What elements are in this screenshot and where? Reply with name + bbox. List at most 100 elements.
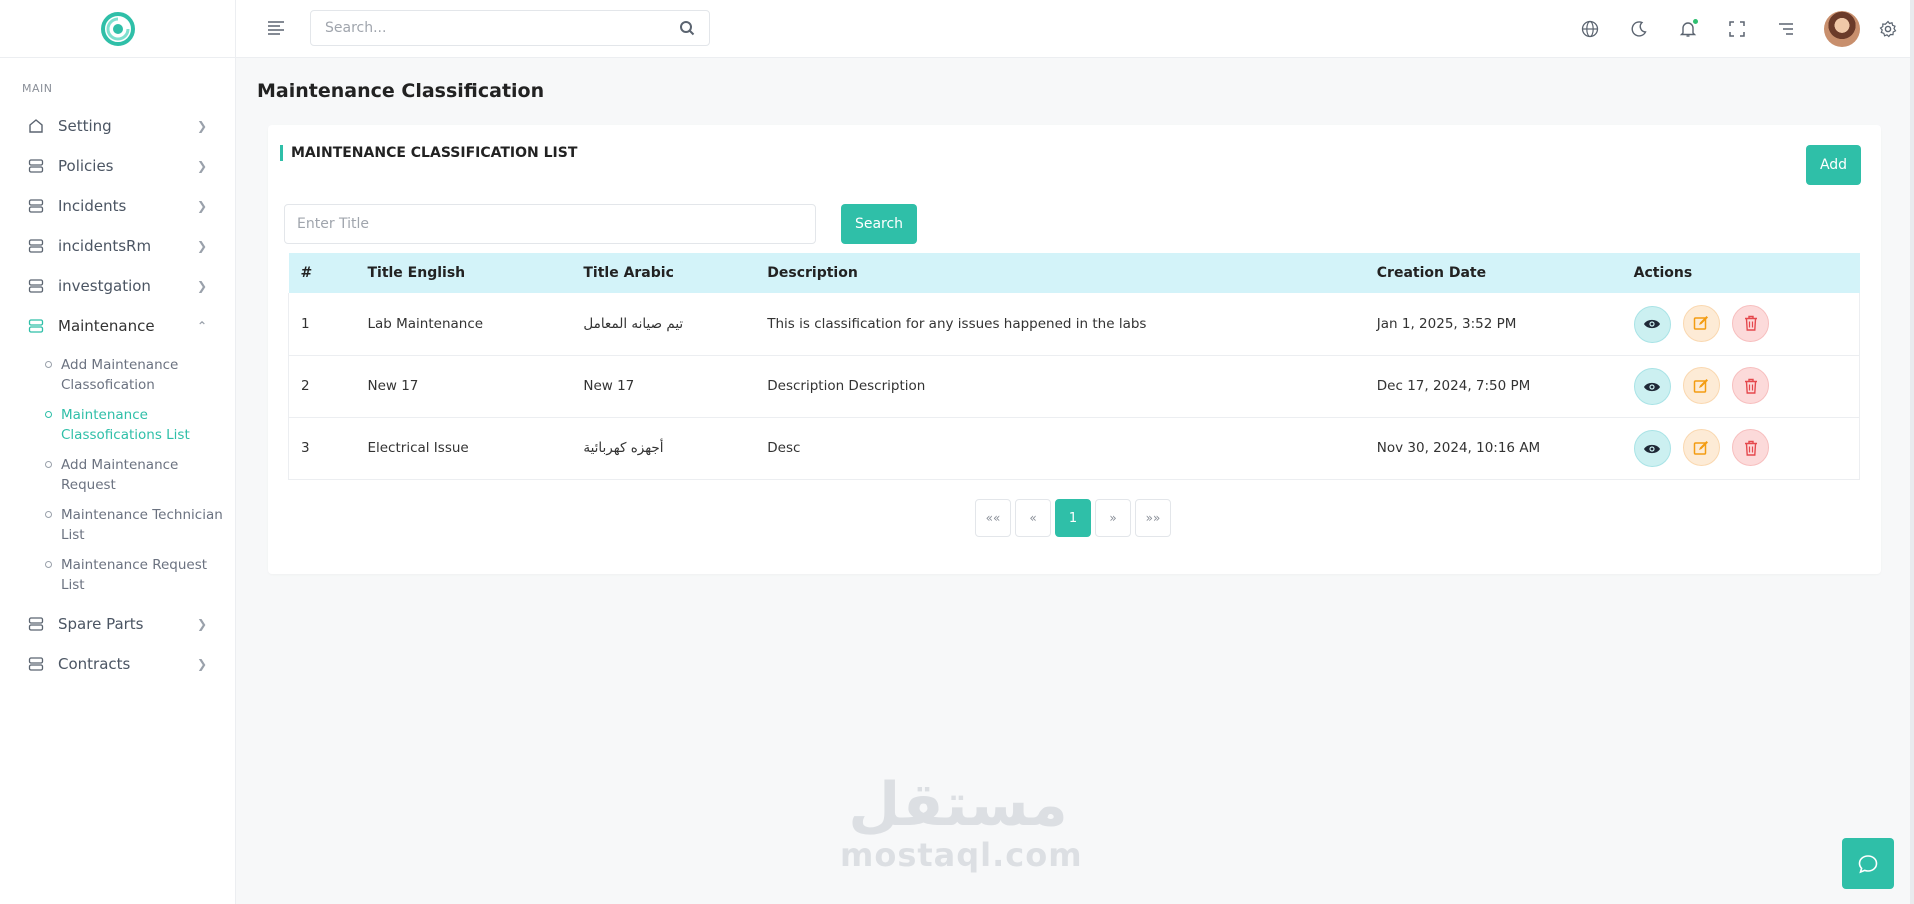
cell-number: 3 bbox=[288, 417, 356, 480]
eye-icon bbox=[1644, 444, 1661, 453]
sidebar-item-maintenance[interactable]: Maintenance ⌃ bbox=[14, 306, 221, 346]
globe-icon[interactable] bbox=[1578, 17, 1602, 41]
classification-card: MAINTENANCE CLASSIFICATION LIST Add Sear… bbox=[268, 125, 1881, 574]
cell-creation-date: Dec 17, 2024, 7:50 PM bbox=[1364, 355, 1622, 418]
top-header bbox=[236, 0, 1914, 58]
column-header: # bbox=[300, 265, 313, 281]
logo[interactable] bbox=[0, 0, 235, 58]
sidebar-item-incidents[interactable]: Incidents ❯ bbox=[14, 186, 221, 226]
server-icon bbox=[28, 656, 44, 672]
sidebar-item-investgation[interactable]: investgation ❯ bbox=[14, 266, 221, 306]
page-next-button[interactable]: » bbox=[1095, 499, 1131, 537]
sidebar-item-incidentsrm[interactable]: incidentsRm ❯ bbox=[14, 226, 221, 266]
sidebar-item-policies[interactable]: Policies ❯ bbox=[14, 146, 221, 186]
submenu-item-technician-list[interactable]: Maintenance Technician List bbox=[45, 500, 235, 550]
column-header[interactable]: Title Arabic bbox=[571, 253, 755, 293]
edit-icon bbox=[1694, 440, 1709, 455]
watermark-english: mostaql.com bbox=[840, 836, 1083, 874]
gear-icon[interactable] bbox=[1876, 17, 1900, 41]
view-button[interactable] bbox=[1633, 430, 1671, 467]
section-label: MAIN bbox=[22, 82, 53, 95]
sidebar-item-label: investgation bbox=[58, 277, 151, 295]
cell-actions bbox=[1621, 417, 1860, 480]
cell-title-arabic: تيم صيانه المعامل bbox=[571, 293, 756, 356]
header-actions bbox=[1553, 0, 1914, 58]
sidebar-item-contracts[interactable]: Contracts ❯ bbox=[14, 644, 221, 684]
add-button[interactable]: Add bbox=[1806, 145, 1861, 185]
search-icon[interactable] bbox=[679, 20, 695, 40]
scrollbar-track[interactable] bbox=[1910, 0, 1914, 904]
bell-icon[interactable] bbox=[1676, 17, 1700, 41]
submenu-item-classifications-list[interactable]: Maintenance Classofications List bbox=[45, 400, 235, 450]
edit-button[interactable] bbox=[1682, 429, 1720, 466]
cell-creation-date: Nov 30, 2024, 10:16 AM bbox=[1364, 417, 1622, 480]
server-icon bbox=[28, 616, 44, 632]
page-prev-button[interactable]: « bbox=[1015, 499, 1051, 537]
search-button[interactable]: Search bbox=[841, 204, 917, 244]
sidebar: MAIN Setting ❯ Policies ❯ Incidents ❯ in… bbox=[0, 0, 236, 904]
sidebar-nav-lower: Spare Parts ❯ Contracts ❯ bbox=[0, 604, 235, 684]
cell-title-english: New 17 bbox=[355, 355, 572, 418]
sidebar-item-setting[interactable]: Setting ❯ bbox=[14, 106, 221, 146]
table-row: 3 Electrical Issue أجهزه كهربائية Desc N… bbox=[288, 417, 1860, 480]
view-button[interactable] bbox=[1633, 305, 1671, 343]
eye-icon bbox=[1644, 320, 1661, 329]
moon-icon[interactable] bbox=[1627, 17, 1651, 41]
submenu-item-add-classification[interactable]: Add Maintenance Classofication bbox=[45, 350, 235, 400]
fullscreen-icon[interactable] bbox=[1725, 17, 1749, 41]
cell-description: Description Description bbox=[755, 355, 1365, 418]
notification-dot bbox=[1692, 18, 1699, 25]
column-header[interactable]: Creation Date bbox=[1365, 253, 1622, 293]
page-current-button[interactable]: 1 bbox=[1055, 499, 1091, 537]
trash-icon bbox=[1744, 378, 1757, 394]
submenu-item-add-request[interactable]: Add Maintenance Request bbox=[45, 450, 235, 500]
chevron-right-icon: ❯ bbox=[196, 199, 207, 213]
menu-lines-icon[interactable] bbox=[1774, 17, 1798, 41]
column-header[interactable]: Title English bbox=[355, 253, 571, 293]
avatar[interactable] bbox=[1824, 11, 1860, 47]
home-icon bbox=[28, 118, 44, 134]
page-last-button[interactable]: »» bbox=[1135, 499, 1171, 537]
delete-button[interactable] bbox=[1732, 429, 1770, 466]
table-row: 1 Lab Maintenance تيم صيانه المعامل This… bbox=[288, 293, 1860, 356]
page-title: Maintenance Classification bbox=[257, 80, 545, 102]
cell-description: This is classification for any issues ha… bbox=[755, 293, 1365, 356]
watermark: مستقل mostaql.com bbox=[840, 772, 1083, 874]
chat-button[interactable] bbox=[1842, 838, 1894, 889]
chevron-right-icon: ❯ bbox=[196, 119, 207, 133]
edit-button[interactable] bbox=[1682, 304, 1720, 342]
delete-button[interactable] bbox=[1732, 304, 1770, 342]
cell-actions bbox=[1621, 355, 1860, 418]
delete-button[interactable] bbox=[1732, 367, 1770, 404]
chat-icon bbox=[1858, 854, 1878, 873]
server-icon bbox=[28, 158, 44, 174]
header-search-input[interactable] bbox=[311, 11, 651, 45]
cell-number: 2 bbox=[288, 355, 356, 418]
chevron-right-icon: ❯ bbox=[196, 617, 207, 631]
sidebar-item-label: Contracts bbox=[58, 655, 131, 673]
column-header: Actions bbox=[1633, 265, 1693, 281]
title-filter-input[interactable] bbox=[284, 204, 816, 244]
sidebar-item-label: Setting bbox=[58, 117, 112, 135]
view-button[interactable] bbox=[1633, 368, 1671, 405]
sidebar-item-spare-parts[interactable]: Spare Parts ❯ bbox=[14, 604, 221, 644]
cell-creation-date: Jan 1, 2025, 3:52 PM bbox=[1364, 293, 1622, 356]
submenu-item-request-list[interactable]: Maintenance Request List bbox=[45, 550, 235, 600]
sidebar-nav: Setting ❯ Policies ❯ Incidents ❯ inciden… bbox=[0, 106, 235, 346]
column-header[interactable]: Description bbox=[755, 253, 1365, 293]
cell-title-arabic: أجهزه كهربائية bbox=[571, 417, 756, 480]
trash-icon bbox=[1744, 316, 1757, 331]
cell-title-english: Electrical Issue bbox=[355, 417, 572, 480]
server-icon bbox=[28, 318, 44, 334]
sidebar-item-label: Incidents bbox=[58, 197, 127, 215]
sidebar-item-label: Policies bbox=[58, 157, 114, 175]
eye-icon bbox=[1644, 382, 1661, 391]
menu-toggle-icon[interactable] bbox=[266, 19, 286, 37]
pagination: «« « 1 » »» bbox=[975, 499, 1175, 537]
chevron-right-icon: ❯ bbox=[196, 239, 207, 253]
sidebar-item-label: Maintenance bbox=[58, 317, 155, 335]
chevron-up-icon: ⌃ bbox=[196, 319, 207, 333]
page-first-button[interactable]: «« bbox=[975, 499, 1011, 537]
sidebar-item-label: Spare Parts bbox=[58, 615, 144, 633]
edit-button[interactable] bbox=[1682, 367, 1720, 404]
